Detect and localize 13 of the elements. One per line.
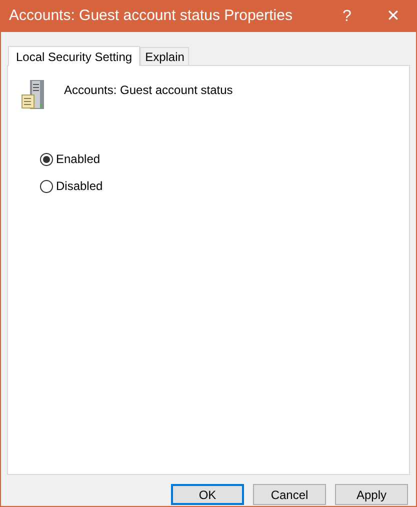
window-title: Accounts: Guest account status Properties [8, 6, 294, 26]
radio-option[interactable]: Enabled [40, 150, 100, 168]
policy-name: Accounts: Guest account status [64, 82, 233, 99]
dialog-button[interactable]: Cancel [253, 484, 326, 505]
radio-option[interactable]: Disabled [40, 177, 103, 195]
tab[interactable]: Explain [140, 47, 190, 65]
radio-button[interactable] [40, 152, 53, 166]
dialog-button[interactable]: Apply [335, 484, 408, 505]
help-button[interactable]: ? [324, 1, 370, 32]
radio-button[interactable] [40, 180, 53, 192]
close-button[interactable]: ✕ [370, 1, 416, 32]
tab[interactable]: Local Security Setting [8, 46, 140, 66]
dialog-button[interactable]: OK [171, 484, 244, 505]
